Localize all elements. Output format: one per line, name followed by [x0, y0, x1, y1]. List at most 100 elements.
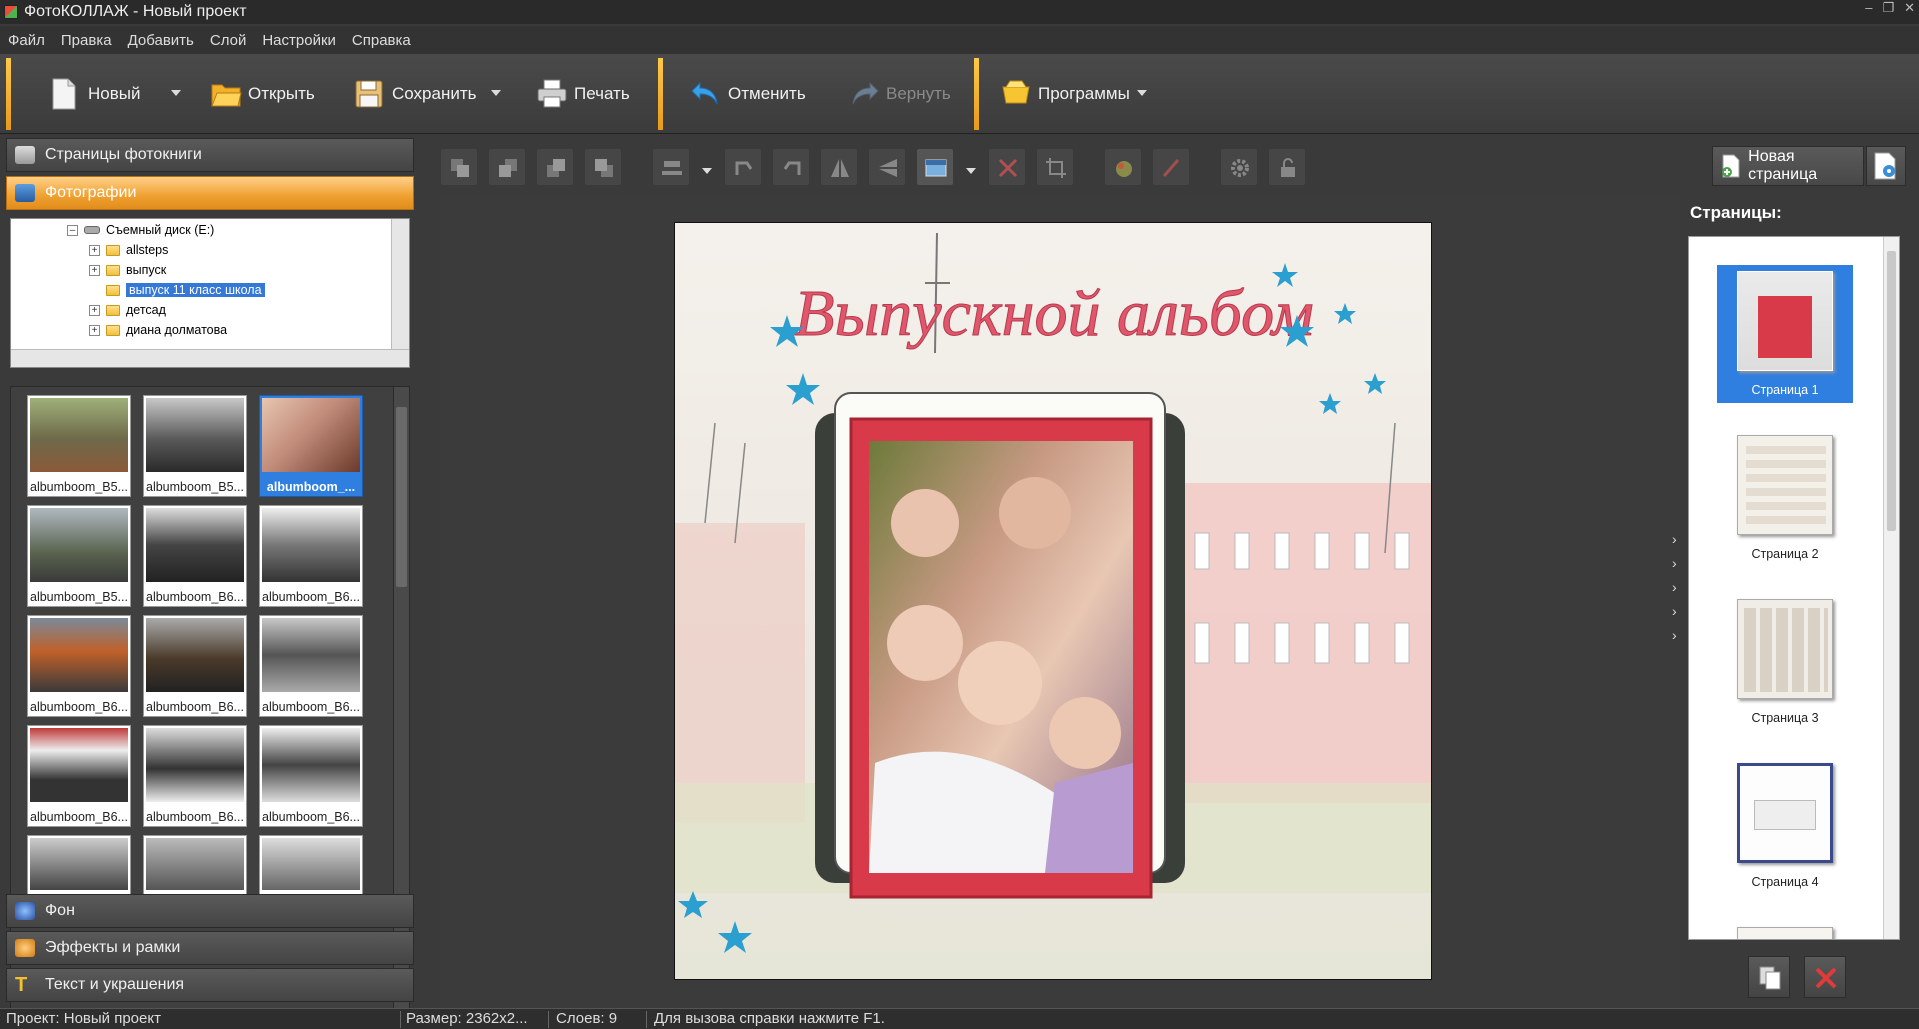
effects-button[interactable] [1104, 148, 1142, 186]
page-preview [1737, 435, 1833, 535]
crop-button[interactable] [1036, 148, 1074, 186]
minimize-icon[interactable]: – [1865, 0, 1872, 22]
photo-thumbnail[interactable]: albumboom_B5... [27, 395, 131, 497]
tree-item-folder[interactable]: + диана долматова [89, 321, 227, 339]
tree-vertical-scrollbar[interactable] [391, 219, 409, 349]
new-page-button[interactable]: Новая страница [1712, 146, 1864, 186]
pages-scrollbar[interactable] [1883, 237, 1899, 939]
collapse-icon[interactable]: – [67, 224, 78, 236]
lock-button[interactable] [1268, 148, 1306, 186]
properties-button[interactable] [1220, 148, 1258, 186]
save-button[interactable]: Сохранить [354, 68, 476, 120]
photo-thumbnail[interactable]: albumboom_B6... [259, 505, 363, 607]
menu-file[interactable]: Файл [8, 32, 45, 49]
bring-front-icon [451, 159, 469, 177]
layer-to-front-button[interactable] [440, 148, 478, 186]
tree-item-folder[interactable]: + детсад [89, 301, 166, 319]
photo-thumbnail[interactable]: albumboom_B6... [143, 615, 247, 717]
expand-icon[interactable]: + [89, 264, 100, 276]
menu-edit[interactable]: Правка [61, 32, 112, 49]
tree-item-folder[interactable]: + allsteps [89, 241, 168, 259]
page-settings-button[interactable] [1866, 146, 1906, 186]
status-divider [548, 1011, 549, 1028]
save-dropdown-arrow-icon[interactable] [491, 90, 501, 96]
print-button[interactable]: Печать [536, 68, 630, 120]
align-dropdown-arrow-icon[interactable] [702, 168, 712, 174]
delete-layer-button[interactable] [988, 148, 1026, 186]
tree-horizontal-scrollbar[interactable] [11, 349, 409, 367]
effects-header[interactable]: Эффекты и рамки [6, 931, 414, 965]
layer-backward-button[interactable] [536, 148, 574, 186]
chevron-right-icon[interactable]: › [1672, 579, 1682, 595]
effects-label: Эффекты и рамки [45, 939, 181, 956]
background-header[interactable]: Фон [6, 894, 414, 928]
expand-icon[interactable]: + [89, 244, 100, 256]
maximize-icon[interactable]: ❐ [1882, 0, 1894, 22]
menu-settings[interactable]: Настройки [262, 32, 336, 49]
photo-thumbnail[interactable]: albumboom_B5... [27, 505, 131, 607]
layer-forward-button[interactable] [488, 148, 526, 186]
expand-icon[interactable]: + [89, 324, 100, 336]
rotate-right-button[interactable] [772, 148, 810, 186]
photo-thumbnail[interactable]: albumboom_B6... [143, 505, 247, 607]
chevron-right-icon[interactable]: › [1672, 603, 1682, 619]
menu-help[interactable]: Справка [352, 32, 411, 49]
book-pages-label: Страницы фотокниги [45, 146, 202, 163]
new-document-icon [50, 77, 80, 111]
scrollbar-thumb[interactable] [396, 407, 407, 587]
page-thumbnail[interactable]: Страница 4 [1717, 757, 1853, 895]
photo-thumbnail[interactable] [259, 835, 363, 895]
photos-header[interactable]: Фотографии [6, 176, 414, 210]
photo-thumbnail[interactable] [27, 835, 131, 895]
save-disk-icon [354, 77, 384, 111]
chevron-right-icon[interactable]: › [1672, 627, 1682, 643]
text-header[interactable]: T Текст и украшения [6, 968, 414, 1002]
photo-thumbnail[interactable]: albumboom_B6... [143, 725, 247, 827]
undo-button[interactable]: Отменить [690, 68, 806, 120]
delete-page-button[interactable] [1804, 956, 1846, 998]
photo-thumbnail[interactable] [143, 835, 247, 895]
tree-item-folder[interactable]: + выпуск [89, 261, 166, 279]
tree-item-drive[interactable]: – Съемный диск (E:) [67, 221, 214, 239]
open-button[interactable]: Открыть [210, 68, 315, 120]
programs-button[interactable]: Программы [1000, 68, 1130, 120]
chevron-right-icon[interactable]: › [1672, 531, 1682, 547]
programs-dropdown-arrow-icon[interactable] [1137, 90, 1147, 96]
book-pages-header[interactable]: Страницы фотокниги [6, 138, 414, 172]
layer-to-back-button[interactable] [584, 148, 622, 186]
close-icon[interactable]: ✕ [1904, 0, 1915, 22]
redo-button[interactable]: Вернуть [848, 68, 951, 120]
photo-caption: albumboom_B6... [262, 810, 360, 824]
expand-icon[interactable]: + [89, 304, 100, 316]
page-thumbnail[interactable] [1717, 921, 1853, 939]
new-dropdown-arrow-icon[interactable] [171, 90, 181, 96]
tree-item-folder-selected[interactable]: выпуск 11 класс школа [106, 281, 265, 299]
page-thumbnail-selected[interactable]: Страница 1 [1717, 265, 1853, 403]
chevron-right-icon[interactable]: › [1672, 555, 1682, 571]
duplicate-page-button[interactable] [1748, 956, 1790, 998]
tree-folder-label: выпуск [126, 263, 167, 277]
photo-thumbnail[interactable]: albumboom_B6... [27, 615, 131, 717]
page-thumbnail[interactable]: Страница 3 [1717, 593, 1853, 731]
page-thumbnail[interactable]: Страница 2 [1717, 429, 1853, 567]
photo-thumbnail[interactable]: albumboom_B5... [143, 395, 247, 497]
flip-horizontal-button[interactable] [820, 148, 858, 186]
album-page-canvas[interactable]: Выпускной альбом [674, 222, 1432, 980]
flip-vertical-button[interactable] [868, 148, 906, 186]
crop-frame-button[interactable] [916, 148, 954, 186]
main-toolbar: Новый Открыть Сохранить Печать Отменить … [0, 54, 1919, 134]
menu-add[interactable]: Добавить [128, 32, 194, 49]
rotate-left-button[interactable] [724, 148, 762, 186]
scrollbar-thumb[interactable] [1887, 251, 1896, 531]
photo-thumbnail-selected[interactable]: albumboom_... [259, 395, 363, 497]
status-divider [646, 1011, 647, 1028]
photo-thumbnail[interactable]: albumboom_B6... [259, 725, 363, 827]
photo-thumbnail[interactable]: albumboom_B6... [27, 725, 131, 827]
frame-dropdown-arrow-icon[interactable] [966, 168, 976, 174]
new-button[interactable]: Новый [50, 68, 140, 120]
photo-thumbnail[interactable]: albumboom_B6... [259, 615, 363, 717]
brush-button[interactable] [1152, 148, 1190, 186]
align-button[interactable] [652, 148, 690, 186]
menu-layer[interactable]: Слой [210, 32, 246, 49]
folder-icon [106, 324, 120, 336]
